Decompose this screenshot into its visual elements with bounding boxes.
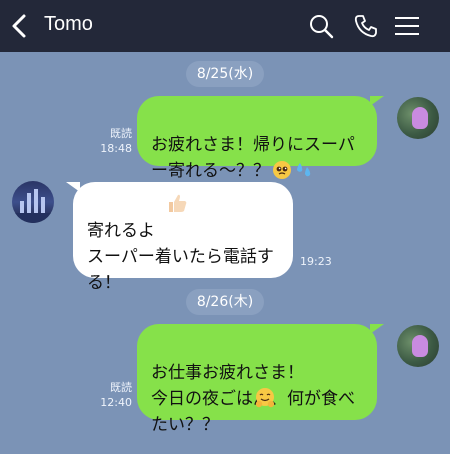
hugging-face-emoji-icon xyxy=(255,388,275,408)
pleading-face-emoji-icon xyxy=(273,161,291,179)
message-time: 12:40 xyxy=(100,396,132,409)
contact-name[interactable]: Tomo xyxy=(44,13,93,36)
chevron-left-icon[interactable] xyxy=(8,12,32,40)
phone-icon[interactable] xyxy=(353,13,379,39)
thumbs-up-emoji-icon xyxy=(169,194,187,212)
message-meta: 既読 18:48 xyxy=(94,126,132,156)
user-avatar[interactable] xyxy=(397,97,439,139)
contact-avatar[interactable] xyxy=(12,181,54,223)
bubble-tail xyxy=(66,182,80,192)
message-time: 19:23 xyxy=(300,255,332,268)
message-time: 18:48 xyxy=(100,142,132,155)
user-avatar[interactable] xyxy=(397,325,439,367)
message-text: 寄れるよ スーパー着いたら電話する！ xyxy=(87,221,274,293)
search-icon[interactable] xyxy=(308,13,334,39)
date-separator: 8/26(木) xyxy=(186,289,264,315)
message-meta: 既読 12:40 xyxy=(94,380,132,410)
message-text: お仕事お疲れさま！ 今日の夜ごはん、何が食べたい？？ xyxy=(151,363,355,435)
date-separator: 8/25(水) xyxy=(186,61,264,87)
bubble-tail xyxy=(370,96,384,106)
read-receipt: 既読 xyxy=(110,381,132,394)
sweat-droplets-emoji-icon xyxy=(297,163,311,177)
hamburger-menu-icon[interactable] xyxy=(394,13,420,39)
chat-header: Tomo xyxy=(0,0,450,52)
bubble-tail xyxy=(370,324,384,334)
read-receipt: 既読 xyxy=(110,127,132,140)
message-text: お疲れさま！帰りにスーパー寄れる〜？？ xyxy=(151,135,355,181)
message-bubble-sent[interactable]: お疲れさま！帰りにスーパー寄れる〜？？ xyxy=(137,96,377,181)
